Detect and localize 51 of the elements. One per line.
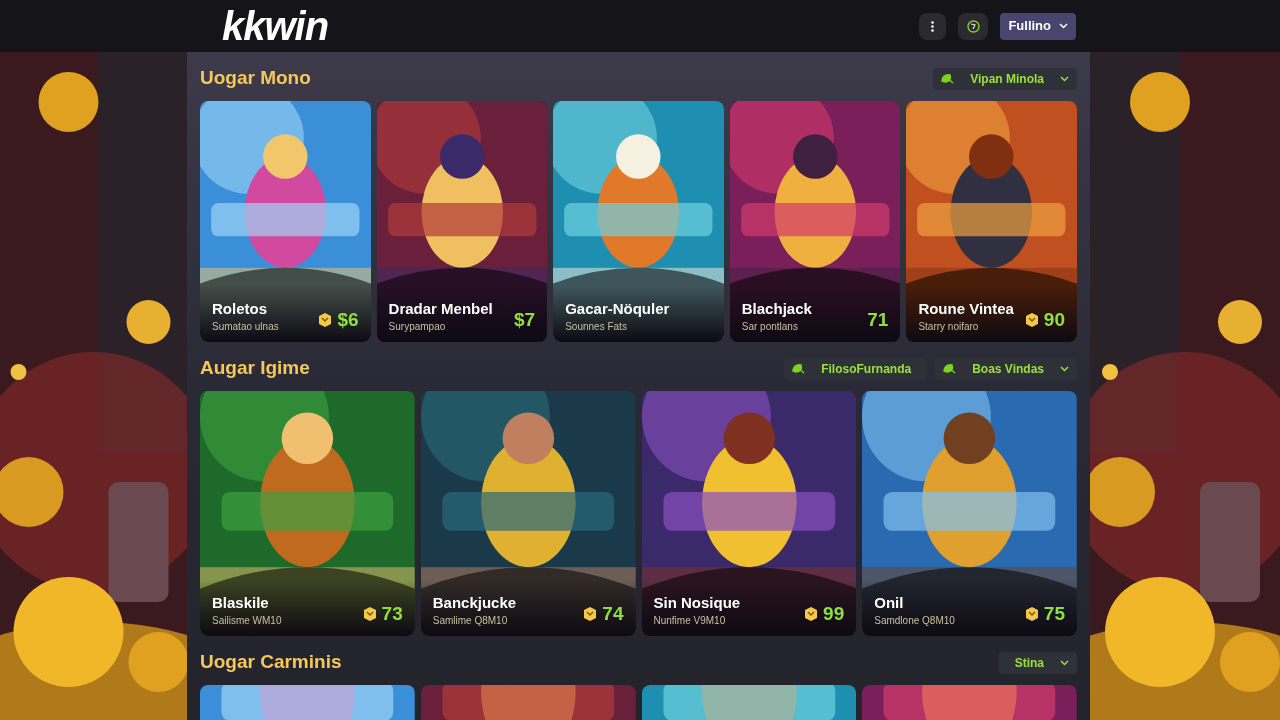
game-title: Dradar Menbel [388,299,493,319]
logo[interactable]: kkwin [222,4,329,48]
caret-icon [1060,365,1069,372]
game-title: Blachjack [741,299,812,319]
game-value: 73 [381,601,403,626]
caret-icon [1059,23,1068,29]
game-value: 90 [1043,307,1065,332]
game-title: Roune Vintea [918,299,1014,319]
game-subtitle: Surypampao [388,320,447,334]
game-subtitle: Sounnes Fats [565,320,628,334]
coin-icon [317,312,334,327]
more-icon [931,20,935,32]
game-value: 71 [867,307,889,332]
leaf-icon [943,363,957,374]
game-subtitle: Nunfime V9M10 [653,614,727,628]
filter-dropdown[interactable]: FilosoFurnanda [784,357,928,380]
caret-icon [1060,659,1069,666]
game-value: 74 [602,601,624,626]
game-value: $7 [514,307,536,332]
game-subtitle: Starry noifaro [918,320,980,334]
coin-icon [582,606,599,621]
coin-icon [361,606,378,621]
game-subtitle: Samlime Q8M10 [432,614,509,628]
game-value: 99 [823,601,845,626]
section-title: Uogar Mono [200,66,311,91]
filter-dropdown[interactable]: Boas Vindas [935,357,1077,380]
game-value: 75 [1043,601,1065,626]
game-subtitle: Sailisme WM10 [212,614,282,628]
leaf-icon [941,73,955,84]
leaf-icon [792,363,806,374]
coin-icon [1023,312,1040,327]
region-button[interactable] [958,12,989,40]
game-title: Sin Nosique [653,593,741,613]
user-menu[interactable]: Fullino [1000,12,1076,40]
filter-dropdown[interactable]: Vipan Minola [933,67,1077,90]
more-button[interactable] [919,12,947,40]
game-value: $6 [337,307,359,332]
game-subtitle: Sar pontlans [741,320,799,334]
game-title: Blaskile [212,593,270,613]
game-subtitle: Samdlone Q8M10 [874,614,955,628]
filter-dropdown[interactable]: Stina [998,651,1077,674]
coin-icon [1023,606,1040,621]
game-title: Onil [874,593,905,613]
section-title: Uogar Carminis [200,650,342,675]
game-title: Roletos [212,299,268,319]
section-title: Augar Igime [200,356,310,381]
coin-icon [803,606,820,621]
game-title: Gacar-Nöquler [565,299,670,319]
game-title: Banckjucke [432,593,517,613]
game-subtitle: Sumatao ulnas [212,320,279,334]
caret-icon [1060,75,1069,82]
